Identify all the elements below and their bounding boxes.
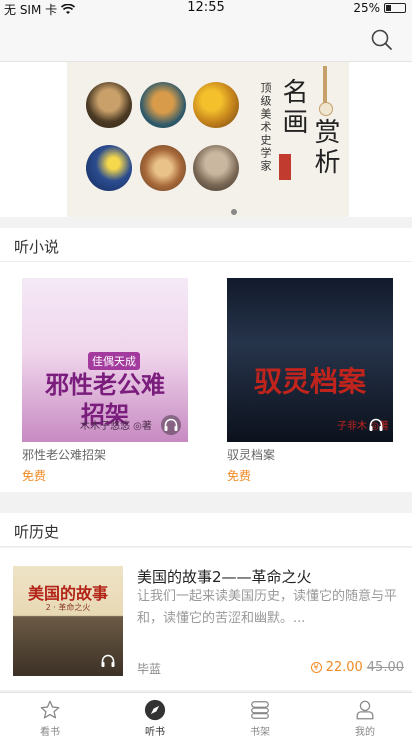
novel-list: 佳偶天成 邪性老公难招架 木木子悠悠 ◎著 邪性老公难招架 免费 驭灵档案 子非… xyxy=(0,262,412,492)
search-icon xyxy=(371,29,392,50)
headphone-icon xyxy=(161,415,181,435)
book-cover[interactable]: 美国的故事 2 · 革命之火 xyxy=(13,566,123,676)
book-author: 毕蓝 xyxy=(137,662,162,676)
book-price: 免费 xyxy=(227,469,252,483)
battery-icon xyxy=(384,3,406,13)
compass-icon xyxy=(144,699,166,721)
search-button[interactable] xyxy=(370,28,394,52)
book-cover[interactable]: 佳偶天成 邪性老公难招架 木木子悠悠 ◎著 xyxy=(22,278,188,442)
banner-subtitle: 顶级美术史学家 xyxy=(259,82,272,173)
painting-thumb xyxy=(193,82,239,128)
bottom-tab-bar: 看书 听书 书架 我的 xyxy=(0,692,412,737)
tab-profile[interactable]: 我的 xyxy=(335,699,395,737)
original-price: 45.00 xyxy=(366,660,404,675)
section-header-novels: 听小说 xyxy=(0,228,412,262)
top-nav-bar xyxy=(0,18,412,62)
painting-thumb xyxy=(140,82,186,128)
user-icon xyxy=(356,700,374,720)
cover-title: 驭灵档案 xyxy=(253,365,366,398)
tab-label: 听书 xyxy=(145,727,165,737)
painting-thumb xyxy=(193,145,239,191)
cover-title: 美国的故事 xyxy=(27,584,108,603)
tab-read[interactable]: 看书 xyxy=(20,699,80,737)
tab-label: 我的 xyxy=(355,727,375,737)
tab-bookshelf[interactable]: 书架 xyxy=(230,699,290,737)
section-title: 听历史 xyxy=(14,523,60,541)
book-card[interactable]: 佳偶天成 邪性老公难招架 木木子悠悠 ◎著 邪性老公难招架 免费 xyxy=(22,278,188,484)
tab-listen[interactable]: 听书 xyxy=(125,699,185,737)
painting-thumb xyxy=(140,145,186,191)
cover-author: 木木子悠悠 ◎著 xyxy=(80,421,152,432)
bookshelf-icon xyxy=(251,701,269,719)
current-price: 22.00 xyxy=(325,660,363,675)
book-card[interactable]: 驭灵档案 子非木 ◎著 驭灵档案 免费 xyxy=(227,278,393,484)
banner-slide[interactable]: 顶级美术史学家 名画 赏析 xyxy=(67,62,349,217)
headphone-icon xyxy=(369,418,383,431)
star-icon xyxy=(40,700,60,719)
tab-label: 书架 xyxy=(250,727,270,737)
history-list-item[interactable]: 美国的故事 2 · 革命之火 美国的故事2——革命之火 让我们一起来读美国历史，… xyxy=(0,548,412,690)
book-cover[interactable]: 驭灵档案 子非木 ◎著 xyxy=(227,278,393,442)
section-header-history: 听历史 xyxy=(0,513,412,547)
book-description: 让我们一起来读美国历史，读懂它的随意与平和，读懂它的苦涩和幽默。... xyxy=(137,589,398,626)
headphone-icon xyxy=(101,654,115,667)
cover-subtitle: 2 · 革命之火 xyxy=(45,603,91,612)
carousel-indicator[interactable] xyxy=(231,209,237,215)
book-name: 驭灵档案 xyxy=(227,448,276,462)
battery-percent: 25% xyxy=(353,1,380,15)
painting-thumb xyxy=(86,82,132,128)
banner-carousel[interactable]: 顶级美术史学家 名画 赏析 xyxy=(0,62,412,217)
painting-thumb xyxy=(86,145,132,191)
status-right: 25% xyxy=(353,1,406,15)
book-name: 邪性老公难招架 xyxy=(22,448,107,462)
tassel-decoration xyxy=(319,66,333,116)
status-bar: 无 SIM 卡 12:55 25% xyxy=(0,0,412,18)
section-title: 听小说 xyxy=(14,238,60,256)
tab-label: 看书 xyxy=(40,727,60,737)
book-price: 免费 xyxy=(22,469,47,483)
coin-icon: ¥ xyxy=(310,662,322,673)
price-group: ¥ 22.00 45.00 xyxy=(310,660,404,675)
status-time: 12:55 xyxy=(187,0,225,15)
book-title: 美国的故事2——革命之火 xyxy=(137,568,312,586)
seal-stamp xyxy=(279,154,291,180)
banner-title-2: 赏析 xyxy=(310,118,340,178)
